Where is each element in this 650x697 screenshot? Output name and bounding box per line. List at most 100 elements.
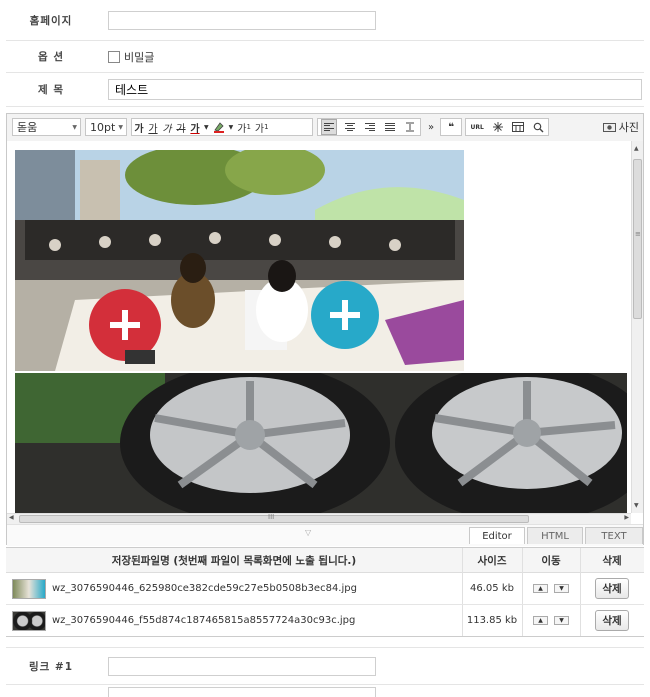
align-group bbox=[317, 118, 421, 136]
homepage-input[interactable] bbox=[108, 10, 376, 30]
superscript-char: 가 bbox=[237, 123, 247, 135]
horizontal-scrollbar[interactable]: ◀ III ▶ bbox=[7, 513, 631, 524]
font-color-button[interactable]: 가 bbox=[188, 119, 202, 135]
grip-label: ≡ bbox=[635, 230, 641, 238]
insert-group: URL bbox=[465, 118, 549, 136]
homepage-row: 홈페이지 bbox=[6, 0, 644, 41]
secret-checkbox[interactable] bbox=[108, 50, 120, 63]
tires-photo bbox=[15, 373, 627, 513]
align-right-icon bbox=[365, 122, 375, 132]
homepage-value-cell bbox=[108, 0, 644, 40]
align-left-icon bbox=[324, 122, 334, 132]
file-thumbnail bbox=[12, 610, 46, 631]
photo-attach-button[interactable]: 사진 bbox=[602, 119, 639, 135]
find-button[interactable] bbox=[531, 119, 546, 135]
file-delete-cell: 삭제 bbox=[580, 605, 644, 636]
line-height-button[interactable] bbox=[403, 119, 417, 135]
file-name-cell: wz_3076590446_f55d874c187465815a8557724a… bbox=[12, 605, 462, 636]
scroll-left-icon[interactable]: ◀ bbox=[9, 514, 14, 521]
hscrollbar-thumb[interactable]: III bbox=[19, 513, 529, 523]
align-center-icon bbox=[345, 122, 355, 132]
superscript-button[interactable]: 가1 bbox=[235, 119, 253, 135]
delete-file-button[interactable]: 삭제 bbox=[595, 610, 629, 631]
italic-button[interactable]: 가 bbox=[160, 119, 174, 135]
align-justify-icon bbox=[385, 122, 395, 132]
grip-label: III bbox=[268, 513, 275, 521]
link1-value-cell bbox=[108, 648, 644, 684]
file-name-cell: wz_3076590446_625980ce382cde59c27e5b0508… bbox=[12, 573, 462, 604]
align-justify-button[interactable] bbox=[383, 119, 397, 135]
link1-row: 링크 #1 bbox=[6, 647, 644, 685]
format-group: 가 가 가 가 가 ▼ ▼ 가1 가1 bbox=[131, 118, 313, 136]
font-family-select[interactable]: 돋움 ▼ bbox=[12, 118, 81, 136]
photo-label: 사진 bbox=[618, 121, 639, 134]
strikethrough-button[interactable]: 가 bbox=[174, 119, 188, 135]
link1-label: 링크 #1 bbox=[28, 660, 74, 673]
font-size-value: 10pt bbox=[90, 120, 116, 134]
align-center-button[interactable] bbox=[343, 119, 357, 135]
options-label: 옵 션 bbox=[38, 51, 64, 63]
snowflake-icon bbox=[492, 122, 503, 132]
file-table-header: 저장된파일명 (첫번째 파일이 목록화면에 노출 됩니다.) 사이즈 이동 삭제 bbox=[6, 548, 644, 573]
align-left-button[interactable] bbox=[321, 119, 337, 135]
options-value-cell: 비밀글 bbox=[108, 41, 644, 72]
file-name: wz_3076590446_625980ce382cde59c27e5b0508… bbox=[52, 583, 357, 594]
highlight-icon bbox=[213, 122, 224, 133]
delete-file-button[interactable]: 삭제 bbox=[595, 578, 629, 599]
quote-group: ❝ bbox=[440, 118, 462, 136]
editor-content-area[interactable] bbox=[7, 141, 631, 513]
chevron-down-icon[interactable]: ▼ bbox=[227, 119, 236, 135]
file-row: wz_3076590446_625980ce382cde59c27e5b0508… bbox=[6, 573, 644, 605]
table-button[interactable] bbox=[510, 119, 526, 135]
search-icon bbox=[533, 122, 543, 132]
vertical-scrollbar[interactable]: ▲ ≡ ▼ bbox=[631, 141, 643, 513]
scroll-down-icon[interactable]: ▼ bbox=[634, 502, 639, 509]
more-button[interactable]: » bbox=[424, 119, 438, 135]
secret-label: 비밀글 bbox=[124, 50, 155, 64]
font-size-select[interactable]: 10pt ▼ bbox=[85, 118, 127, 136]
highlight-button[interactable] bbox=[211, 119, 227, 135]
file-row: wz_3076590446_f55d874c187465815a8557724a… bbox=[6, 605, 644, 636]
quote-button[interactable]: ❝ bbox=[444, 119, 458, 135]
editor-toolbar: 돋움 ▼ 10pt ▼ 가 가 가 가 가 ▼ ▼ 가1 가1 » ❝ URL … bbox=[7, 114, 643, 142]
tab-text[interactable]: TEXT bbox=[585, 527, 643, 544]
chevron-down-icon: ▼ bbox=[118, 124, 123, 131]
scroll-right-icon[interactable]: ▶ bbox=[624, 514, 629, 521]
embedded-photo-concert bbox=[15, 150, 464, 371]
attached-files-table: 저장된파일명 (첫번째 파일이 목록화면에 노출 됩니다.) 사이즈 이동 삭제… bbox=[6, 547, 644, 637]
column-move: 이동 bbox=[541, 554, 561, 567]
move-down-button[interactable]: ▼ bbox=[554, 616, 569, 625]
next-input-edge[interactable] bbox=[108, 687, 376, 697]
sup-mark: 1 bbox=[246, 123, 251, 131]
camera-icon bbox=[602, 123, 616, 132]
bold-button[interactable]: 가 bbox=[132, 119, 146, 135]
move-up-button[interactable]: ▲ bbox=[533, 584, 548, 593]
resize-handle-icon[interactable]: ▽ bbox=[305, 528, 311, 537]
file-thumbnail bbox=[12, 578, 46, 599]
file-size: 113.85 kb bbox=[466, 615, 518, 626]
embedded-photo-tires bbox=[15, 373, 627, 513]
chevron-down-icon[interactable]: ▼ bbox=[202, 119, 211, 135]
line-height-icon bbox=[406, 122, 414, 132]
underline-button[interactable]: 가 bbox=[146, 119, 160, 135]
homepage-label: 홈페이지 bbox=[29, 14, 73, 27]
scroll-up-icon[interactable]: ▲ bbox=[634, 145, 639, 152]
column-delete: 삭제 bbox=[602, 554, 622, 567]
subject-label: 제 목 bbox=[38, 84, 64, 96]
move-up-button[interactable]: ▲ bbox=[533, 616, 548, 625]
link-button[interactable]: URL bbox=[468, 119, 485, 135]
font-family-value: 돋움 bbox=[17, 121, 38, 134]
scrollbar-thumb[interactable]: ≡ bbox=[633, 159, 642, 319]
link1-input[interactable] bbox=[108, 656, 376, 676]
tab-editor[interactable]: Editor bbox=[469, 527, 525, 544]
tab-html[interactable]: HTML bbox=[527, 527, 583, 544]
move-down-button[interactable]: ▼ bbox=[554, 584, 569, 593]
subscript-button[interactable]: 가1 bbox=[253, 119, 271, 135]
column-filename: 저장된파일명 (첫번째 파일이 목록화면에 노출 됩니다.) bbox=[111, 554, 357, 567]
align-right-button[interactable] bbox=[363, 119, 377, 135]
file-name: wz_3076590446_f55d874c187465815a8557724a… bbox=[52, 615, 356, 626]
table-icon bbox=[511, 122, 524, 132]
subject-input[interactable] bbox=[108, 79, 642, 100]
special-char-button[interactable] bbox=[491, 119, 505, 135]
sub-mark: 1 bbox=[264, 123, 269, 131]
